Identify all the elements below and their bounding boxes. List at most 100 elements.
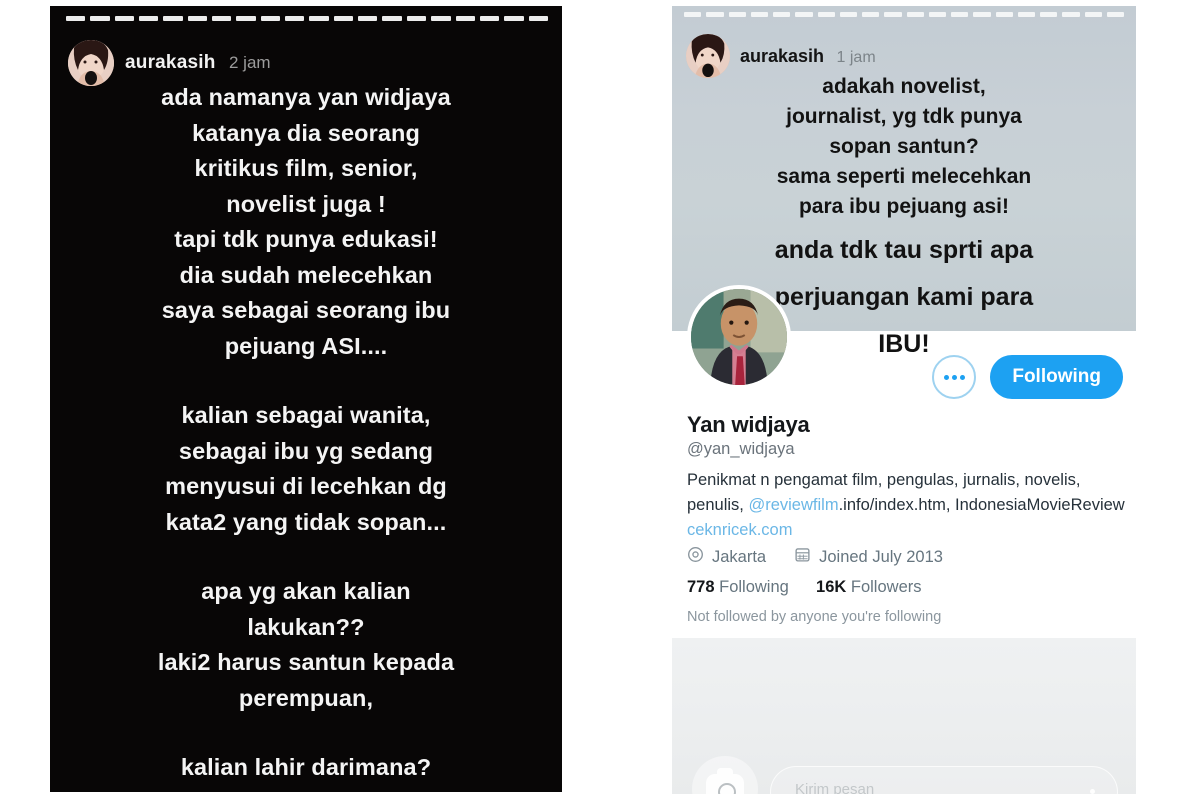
bio-website-link[interactable]: ceknricek.com <box>687 521 792 539</box>
story-progress-segment[interactable] <box>928 12 946 17</box>
story-progress-segment[interactable] <box>114 16 135 21</box>
screenshot-canvas: aurakasih 2 jam ada namanya yan widjaya … <box>0 0 1200 800</box>
camera-icon <box>706 768 744 794</box>
story-progress-segment[interactable] <box>839 12 857 17</box>
left-story-text: ada namanya yan widjaya katanya dia seor… <box>68 80 544 792</box>
story-line: laki2 harus santun kepada <box>157 649 455 675</box>
story-progress-segment[interactable] <box>139 16 159 21</box>
profile-stats: 778 Following 16K Followers <box>687 578 922 597</box>
story-line: adakah novelist, <box>822 75 986 98</box>
story-progress-segment[interactable] <box>212 16 232 21</box>
bio-line-2-post: .info/index.htm, IndonesiaMovieReview <box>838 496 1125 514</box>
story-progress-segment[interactable] <box>333 16 354 21</box>
story-username[interactable]: aurakasih <box>740 46 824 66</box>
story-line-emphasis: anda tdk tau sprti apa <box>774 236 1034 264</box>
story-progress-segment[interactable] <box>1062 12 1080 17</box>
story-line: kata2 yang tidak sopan... <box>165 508 447 535</box>
story-progress-segment[interactable] <box>406 16 427 21</box>
story-progress-segment[interactable] <box>382 16 402 21</box>
story-progress-segment[interactable] <box>66 16 86 21</box>
story-progress-segment[interactable] <box>187 16 208 21</box>
following-button[interactable]: Following <box>990 355 1123 399</box>
story-line: menyusui di lecehkan dg <box>165 473 447 499</box>
left-story-panel: aurakasih 2 jam ada namanya yan widjaya … <box>50 6 562 792</box>
followers-label[interactable]: Followers <box>851 578 922 596</box>
message-placeholder: Kirim pesan <box>795 781 875 794</box>
story-progress-segment[interactable] <box>1017 12 1035 17</box>
story-progress-segment[interactable] <box>706 12 724 17</box>
profile-location: Jakarta <box>712 547 767 566</box>
story-progress-segment[interactable] <box>163 16 183 21</box>
story-line: kritikus film, senior, <box>194 155 418 181</box>
story-line: setetes air susu ibu itu <box>68 786 544 793</box>
story-progress-segment[interactable] <box>528 16 548 21</box>
profile-avatar[interactable] <box>687 285 791 389</box>
profile-actions: Following <box>932 355 1123 399</box>
story-progress-segment[interactable] <box>431 16 451 21</box>
story-line: sebagai ibu yg sedang <box>178 437 434 464</box>
story-progress-segment[interactable] <box>479 16 500 21</box>
profile-handle: @yan_widjaya <box>687 440 795 458</box>
story-line: sopan santun? <box>829 135 979 158</box>
following-count[interactable]: 778 <box>687 578 715 596</box>
story-progress-segment[interactable] <box>285 16 305 21</box>
following-label[interactable]: Following <box>719 578 789 596</box>
profile-joined-date: Joined July 2013 <box>819 547 943 566</box>
story-line: lakukan?? <box>247 613 365 640</box>
story-line: saya sebagai seorang ibu <box>161 297 451 323</box>
dot-icon <box>951 374 957 380</box>
story-progress-segment[interactable] <box>1084 12 1102 17</box>
right-story-image: aurakasih 1 jam adakah novelist, journal… <box>672 6 1136 358</box>
calendar-icon <box>794 546 811 568</box>
story-progress-segment[interactable] <box>750 12 768 17</box>
profile-meta: Jakarta Joined July 2013 <box>687 546 943 568</box>
story-line: pejuang ASI.... <box>224 332 388 359</box>
profile-portrait-icon <box>691 289 787 385</box>
camera-button[interactable] <box>692 756 758 794</box>
story-progress-segment[interactable] <box>728 12 746 17</box>
story-progress-segment[interactable] <box>309 16 329 21</box>
story-username[interactable]: aurakasih <box>125 52 216 73</box>
story-progress-segment[interactable] <box>684 12 702 17</box>
right-story-panel: aurakasih 1 jam adakah novelist, journal… <box>672 6 1136 794</box>
story-progress-segment[interactable] <box>862 12 880 17</box>
story-progress-segment[interactable] <box>795 12 813 17</box>
bio-mention-link[interactable]: @reviewfilm <box>748 496 838 514</box>
story-progress-segment[interactable] <box>1106 12 1124 17</box>
message-input[interactable]: Kirim pesan <box>770 766 1118 794</box>
profile-bio: Penikmat n pengamat film, pengulas, jurn… <box>687 468 1136 543</box>
story-line: para ibu pejuang asi! <box>798 195 1010 218</box>
story-line: apa yg akan kalian <box>201 578 411 604</box>
followers-count[interactable]: 16K <box>816 578 846 596</box>
story-progress-segment[interactable] <box>773 12 791 17</box>
story-progress-segment[interactable] <box>995 12 1013 17</box>
bio-line-2-pre: penulis, <box>687 496 749 514</box>
story-line: ada namanya yan widjaya <box>161 84 451 110</box>
story-progress-segment[interactable] <box>455 16 475 21</box>
story-progress-segment[interactable] <box>90 16 110 21</box>
send-indicator-icon <box>1090 789 1095 794</box>
right-story-progress-bar[interactable] <box>684 12 1124 17</box>
story-progress-segment[interactable] <box>973 12 991 17</box>
story-progress-segment[interactable] <box>358 16 378 21</box>
more-options-button[interactable] <box>932 355 977 399</box>
bio-line-1: Penikmat n pengamat film, pengulas, jurn… <box>687 471 1081 489</box>
story-line: journalist, yg tdk punya <box>786 105 1022 128</box>
story-progress-segment[interactable] <box>236 16 256 21</box>
story-line: katanya dia seorang <box>192 119 420 146</box>
story-line: sama seperti melecehkan <box>776 165 1032 188</box>
story-progress-segment[interactable] <box>504 16 524 21</box>
story-line: dia sudah melecehkan <box>179 261 433 288</box>
story-progress-segment[interactable] <box>906 12 924 17</box>
story-line: perempuan, <box>238 684 374 711</box>
story-reply-bar-area: Kirim pesan <box>672 638 1136 794</box>
map-pin-icon <box>687 546 704 568</box>
story-progress-segment[interactable] <box>884 12 902 17</box>
story-progress-segment[interactable] <box>817 12 835 17</box>
story-progress-segment[interactable] <box>1040 12 1058 17</box>
profile-display-name: Yan widjaya <box>687 412 810 437</box>
dot-icon <box>959 374 965 380</box>
story-progress-segment[interactable] <box>260 16 281 21</box>
story-progress-segment[interactable] <box>951 12 969 17</box>
left-story-progress-bar[interactable] <box>66 16 548 21</box>
